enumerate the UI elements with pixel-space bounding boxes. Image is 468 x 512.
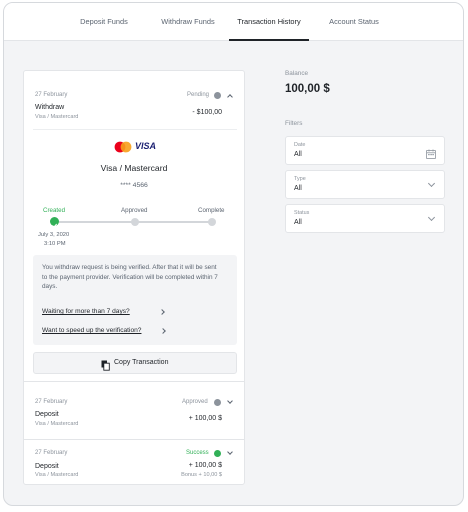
copy-transaction-label: Copy Transaction: [114, 359, 169, 366]
transactions-panel: 27 February Pending Withdraw Visa / Mast…: [23, 70, 245, 485]
chevron-down-icon: [427, 213, 436, 222]
check-icon: [50, 217, 59, 228]
bonus-amount: Bonus + 10,00 $: [181, 472, 222, 478]
copy-transaction-button[interactable]: Copy Transaction: [33, 352, 237, 374]
app-frame: Deposit Funds Withdraw Funds Transaction…: [3, 2, 464, 506]
chevron-down-icon[interactable]: [227, 449, 233, 455]
divider: [24, 381, 244, 382]
transaction-method: Visa / Mastercard: [35, 421, 79, 427]
status-filter[interactable]: Status All: [285, 204, 445, 233]
card-number: **** 4566: [120, 182, 148, 189]
created-time: 3:10 PM: [44, 241, 66, 247]
filters-label: Filters: [285, 120, 303, 127]
step-approved-dot: [131, 218, 139, 226]
step-created-label: Created: [43, 207, 66, 214]
chevron-right-icon: [160, 328, 166, 334]
date-filter-value: All: [294, 151, 302, 158]
status-success: Success: [186, 450, 209, 456]
check-icon: [214, 450, 221, 462]
transaction-amount: - $100,00: [192, 109, 222, 116]
chevron-down-icon: [427, 179, 436, 188]
card-name: Visa / Mastercard: [100, 163, 168, 173]
status-approved: Approved: [182, 399, 208, 405]
speed-up-link[interactable]: Want to speed up the verification?: [42, 327, 141, 334]
date-filter[interactable]: Date All: [285, 136, 445, 165]
tab-deposit-funds[interactable]: Deposit Funds: [64, 3, 144, 41]
divider: [24, 439, 244, 440]
clock-icon: [214, 92, 221, 103]
transaction-method: Visa / Mastercard: [35, 114, 79, 120]
tab-transaction-history[interactable]: Transaction History: [229, 3, 309, 41]
visa-logo: VISA: [135, 141, 157, 151]
transaction-amount: + 100,00 $: [188, 462, 222, 469]
transaction-date: 27 February: [35, 450, 68, 456]
tab-withdraw-funds[interactable]: Withdraw Funds: [147, 3, 229, 41]
tab-account-status[interactable]: Account Status: [314, 3, 394, 41]
verification-info-box: You withdraw request is being verified. …: [33, 255, 237, 345]
balance-label: Balance: [285, 70, 309, 77]
step-complete-label: Complete: [198, 207, 225, 214]
status-filter-value: All: [294, 219, 302, 226]
created-date: July 3, 2020: [38, 232, 70, 238]
step-complete-dot: [208, 218, 216, 226]
chevron-down-icon[interactable]: [227, 398, 233, 404]
transaction-date: 27 February: [35, 399, 68, 405]
balance-value: 100,00 $: [285, 83, 330, 95]
chevron-up-icon[interactable]: [227, 94, 233, 100]
copy-icon: [101, 358, 110, 371]
transaction-date: 27 February: [35, 92, 68, 98]
type-filter[interactable]: Type All: [285, 170, 445, 199]
waiting-link[interactable]: Waiting for more than 7 days?: [42, 308, 130, 315]
transaction-title: Deposit: [35, 463, 59, 470]
transaction-title: Withdraw: [35, 104, 65, 111]
divider: [33, 129, 237, 130]
calendar-icon[interactable]: [426, 146, 436, 159]
date-filter-label: Date: [294, 142, 306, 148]
step-approved-label: Approved: [121, 207, 148, 214]
status-filter-label: Status: [294, 210, 310, 216]
transaction-method: Visa / Mastercard: [35, 472, 79, 478]
type-filter-value: All: [294, 185, 302, 192]
verification-message: You withdraw request is being verified. …: [42, 264, 218, 290]
transaction-amount: + 100,00 $: [188, 415, 222, 422]
transaction-title: Deposit: [35, 411, 59, 418]
tab-bar: Deposit Funds Withdraw Funds Transaction…: [4, 3, 463, 41]
mastercard-logo: [114, 140, 132, 153]
clock-icon: [214, 399, 221, 410]
type-filter-label: Type: [294, 176, 306, 182]
status-pending: Pending: [187, 92, 210, 98]
chevron-right-icon: [159, 309, 165, 315]
